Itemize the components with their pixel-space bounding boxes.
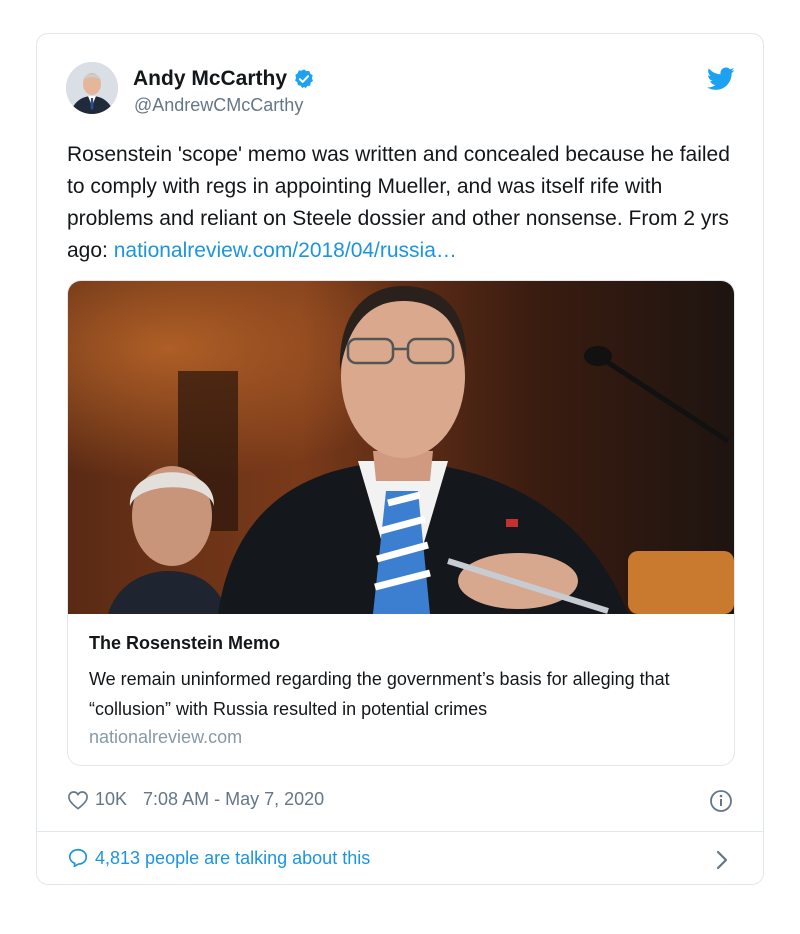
link-preview-description: We remain uninformed regarding the gover… bbox=[89, 669, 670, 719]
author-handle[interactable]: @AndrewCMcCarthy bbox=[134, 95, 303, 116]
author-name-text: Andy McCarthy bbox=[133, 67, 288, 90]
embedded-tweet-card[interactable]: Andy McCarthy @AndrewCMcCarthy Rosenstei… bbox=[36, 33, 764, 885]
twitter-bird-icon[interactable] bbox=[707, 67, 735, 91]
heart-icon[interactable] bbox=[67, 790, 89, 810]
link-preview-card[interactable]: The Rosenstein Memo We remain uninformed… bbox=[67, 280, 735, 766]
divider bbox=[37, 831, 763, 832]
conversation-link[interactable]: 4,813 people are talking about this bbox=[67, 847, 370, 869]
preview-photo bbox=[68, 281, 734, 614]
like-count[interactable]: 10K bbox=[95, 789, 127, 810]
speech-bubble-icon bbox=[68, 848, 88, 868]
tweet-text: Rosenstein 'scope' memo was written and … bbox=[67, 139, 747, 267]
conversation-count: 4,813 people are talking about this bbox=[95, 847, 371, 868]
avatar[interactable] bbox=[66, 62, 118, 114]
tweet-timestamp[interactable]: 7:08 AM - May 7, 2020 bbox=[143, 789, 324, 810]
verified-badge-icon bbox=[295, 69, 314, 89]
author-name[interactable]: Andy McCarthy bbox=[133, 67, 315, 91]
avatar-image bbox=[66, 62, 118, 114]
link-preview-title: The Rosenstein Memo bbox=[89, 633, 281, 653]
tweet-meta: 10K 7:08 AM - May 7, 2020 bbox=[67, 789, 324, 810]
chevron-right-icon[interactable] bbox=[715, 849, 729, 871]
link-preview-domain: nationalreview.com bbox=[89, 727, 243, 747]
tweet-link[interactable]: nationalreview.com/2018/04/russia… bbox=[114, 239, 457, 262]
info-icon[interactable] bbox=[709, 789, 733, 813]
